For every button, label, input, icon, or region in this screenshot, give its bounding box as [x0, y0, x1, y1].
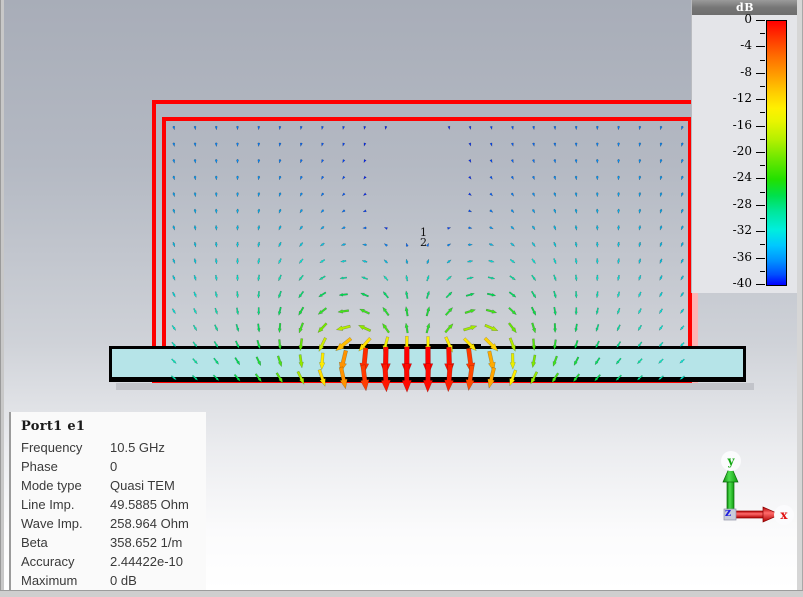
legend-tick-mark [756, 125, 765, 127]
legend-tick-minor [760, 112, 765, 114]
legend-tick-label: -20 [732, 144, 752, 158]
info-row-key: Line Imp. [21, 497, 75, 512]
legend-tick-mark [756, 152, 765, 153]
axis-label-z: z [724, 506, 732, 519]
info-row-key: Maximum [21, 573, 78, 588]
info-row: Maximum 0 dB [11, 571, 206, 590]
substrate-shadow [116, 383, 754, 390]
colorbar-legend[interactable]: dB 0 -4 -8 -12 -16 -20 -24 -28 -32 -36 -40 [691, 0, 797, 293]
info-row-value: 2.44422e-10 [110, 554, 184, 569]
info-row-value: 0 [110, 459, 118, 474]
info-row: Frequency 10.5 GHz [11, 438, 206, 457]
info-row-value: Quasi TEM [110, 478, 175, 493]
info-row-value: 49.5885 Ohm [110, 497, 189, 512]
info-row: Wave Imp. 258.964 Ohm [11, 514, 206, 533]
port-boundary-inner [162, 117, 692, 373]
info-row-key: Wave Imp. [21, 516, 83, 531]
info-row-key: Frequency [21, 440, 83, 455]
info-row: Line Imp. 49.5885 Ohm [11, 495, 206, 514]
legend-tick-minor [760, 244, 765, 246]
port-mode-label: 1 2 [420, 227, 427, 249]
legend-tick-label: -12 [732, 91, 752, 106]
legend-tick-mark [756, 20, 765, 21]
legend-tick-mark [756, 46, 765, 48]
substrate-slab [109, 346, 746, 381]
info-panel-rows: Frequency 10.5 GHz Phase 0 Mode type Quasi TE… [11, 438, 206, 590]
legend-tick-mark [756, 284, 765, 285]
legend-tick-label: 0 [744, 12, 752, 26]
port-info-panel: Port1 e1 Frequency 10.5 GHz Phase 0 Mode typ… [9, 412, 206, 590]
info-row-value: 10.5 GHz [110, 440, 165, 455]
legend-tick-mark [756, 72, 765, 74]
legend-tick-label: -24 [732, 170, 752, 185]
colorbar-gradient [766, 20, 787, 286]
info-row: Phase 0 [11, 457, 206, 476]
info-row-key: Mode type [21, 478, 82, 493]
legend-tick-minor [760, 191, 765, 193]
ground-plane [109, 377, 746, 382]
info-row: Accuracy 2.44422e-10 [11, 552, 206, 571]
legend-tick-label: -4 [740, 38, 752, 53]
legend-tick-mark [756, 257, 765, 259]
legend-tick-label: -32 [732, 223, 752, 238]
legend-tick-minor [760, 218, 765, 219]
info-row-key: Beta [21, 535, 48, 550]
info-row-value: 0 dB [110, 573, 137, 588]
axis-triad: y x z [704, 451, 794, 540]
legend-tick-mark [756, 178, 765, 180]
axis-label-y: y [721, 451, 741, 471]
window-border-right [797, 0, 803, 597]
legend-tick-label: -40 [732, 276, 752, 290]
legend-tick-minor [760, 86, 765, 87]
legend-tick-minor [760, 59, 765, 61]
legend-tick-label: -36 [732, 249, 752, 264]
legend-body: 0 -4 -8 -12 -16 -20 -24 -28 -32 -36 -40 [692, 12, 797, 293]
axis-label-x: x [774, 505, 794, 525]
legend-tick-minor [760, 165, 765, 167]
cst-field-monitor-window: 1 2 dB 0 -4 -8 -12 -16 -20 -24 -28 -32 -36 -40 [0, 0, 803, 597]
legend-tick-mark [756, 99, 765, 101]
legend-tick-minor [760, 138, 765, 140]
info-row-key: Accuracy [21, 554, 75, 569]
info-row-key: Phase [21, 459, 58, 474]
3d-viewport[interactable]: 1 2 dB 0 -4 -8 -12 -16 -20 -24 -28 -32 -36 -40 [4, 0, 797, 590]
info-panel-title: Port1 e1 [21, 419, 86, 434]
legend-tick-label: -16 [732, 117, 752, 132]
legend-tick-label: -8 [740, 64, 752, 79]
legend-tick-minor [760, 33, 765, 35]
mode-label-bottom: 2 [420, 236, 427, 249]
window-border-bottom [0, 590, 803, 597]
info-row-value: 358.652 1/m [110, 535, 183, 550]
info-row: Mode type Quasi TEM [11, 476, 206, 495]
legend-tick-mark [756, 204, 765, 206]
legend-tick-label: -28 [732, 196, 752, 211]
info-row-value: 258.964 Ohm [110, 516, 189, 531]
legend-tick-minor [760, 270, 765, 272]
microstrip-trace [349, 344, 481, 349]
info-row: Beta 358.652 1/m [11, 533, 206, 552]
legend-tick-mark [756, 231, 765, 233]
